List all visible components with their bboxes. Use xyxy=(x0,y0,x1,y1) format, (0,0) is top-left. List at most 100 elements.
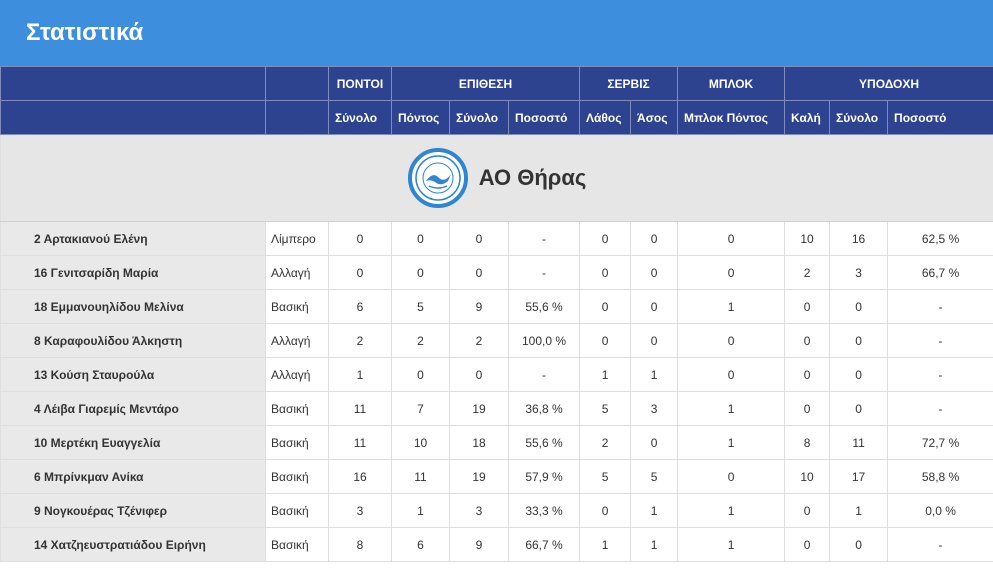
stat-cell: 0 xyxy=(391,221,450,256)
stat-cell: 18 xyxy=(449,425,509,460)
stat-cell: 1 xyxy=(328,357,392,392)
sub-header: Καλή xyxy=(784,100,831,135)
stat-cell: 9 xyxy=(449,289,509,324)
player-name: 16 Γενιτσαρίδη Μαρία xyxy=(0,255,266,290)
stat-cell: 1 xyxy=(677,425,786,460)
stat-cell: 0 xyxy=(449,221,509,256)
stat-cell: 10 xyxy=(391,425,450,460)
stat-cell: 1 xyxy=(677,527,786,562)
group-points: ΠΟΝΤΟΙ xyxy=(328,66,392,101)
player-role: Βασική xyxy=(265,527,329,562)
player-role: Αλλαγή xyxy=(265,255,329,290)
player-name: 10 Μερτέκη Ευαγγελία xyxy=(0,425,266,460)
stat-cell: 66,7 % xyxy=(507,527,581,562)
stat-cell: 11 xyxy=(391,459,450,494)
stat-cell: 0 xyxy=(630,425,679,460)
player-name: 8 Καραφουλίδου Άλκηστη xyxy=(0,323,266,358)
stat-cell: 3 xyxy=(449,493,509,528)
player-name: 18 Εμμανουηλίδου Μελίνα xyxy=(0,289,266,324)
table-row: 16 Γενιτσαρίδη Μαρία Αλλαγή 0 0 0-0 0 0 2 3 66,7 … xyxy=(0,255,993,290)
stat-cell: - xyxy=(887,527,993,562)
stat-cell: 1 xyxy=(579,527,632,562)
stat-cell: 0 xyxy=(829,323,889,358)
header-blank xyxy=(0,100,266,135)
stat-cell: 1 xyxy=(630,357,679,392)
stat-cell: 0 xyxy=(784,527,831,562)
stat-cell: 2 xyxy=(579,425,632,460)
stat-cell: 0 xyxy=(391,255,450,290)
player-role: Βασική xyxy=(265,289,329,324)
stat-cell: 1 xyxy=(579,357,632,392)
stat-cell: 0 xyxy=(579,221,632,256)
stat-cell: 17 xyxy=(829,459,889,494)
stat-cell: - xyxy=(507,357,581,392)
table-row: 4 Λέιβα Γιαρεμίς Μεντάρο Βασική 11 7 19 36,8 … xyxy=(0,391,993,426)
header-blank xyxy=(0,66,266,101)
stat-cell: 0 xyxy=(579,323,632,358)
table-row: 9 Νογκουέρας Τζένιφερ Βασική 3 1 3 33,3 % 0 1 1 0… xyxy=(0,493,993,528)
stat-cell: 0 xyxy=(677,255,786,290)
stat-cell: 0 xyxy=(677,221,786,256)
stat-cell: 16 xyxy=(328,459,392,494)
header-blank xyxy=(265,66,329,101)
sub-header: Ποσοστό xyxy=(887,100,993,135)
stat-cell: 0,0 % xyxy=(887,493,993,528)
stat-cell: 5 xyxy=(579,459,632,494)
stat-cell: 0 xyxy=(677,323,786,358)
stats-table: ΠΟΝΤΟΙ ΕΠΙΘΕΣΗ ΣΕΡΒΙΣ ΜΠΛΟΚ ΥΠΟΔΟΧΗ Σύνο… xyxy=(0,66,993,562)
group-header-row: ΠΟΝΤΟΙ ΕΠΙΘΕΣΗ ΣΕΡΒΙΣ ΜΠΛΟΚ ΥΠΟΔΟΧΗ xyxy=(0,66,993,101)
sub-header: Σύνολο xyxy=(829,100,889,135)
stat-cell: 1 xyxy=(829,493,889,528)
stat-cell: 36,8 % xyxy=(507,391,581,426)
player-name: 6 Μπρίνκμαν Ανίκα xyxy=(0,459,266,494)
stat-cell: 16 xyxy=(829,221,889,256)
sub-header: Πόντος xyxy=(391,100,450,135)
stat-cell: 0 xyxy=(328,221,392,256)
stat-cell: 10 xyxy=(784,221,831,256)
stat-cell: 1 xyxy=(677,289,786,324)
stat-cell: 11 xyxy=(328,425,392,460)
table-row: 2 Αρτακιανού Ελένη Λίμπερο 0 0 0-0 0 0 10 16 62,5… xyxy=(0,221,993,256)
header-blank xyxy=(265,100,329,135)
table-row: 8 Καραφουλίδου Άλκηστη Αλλαγή 2 2 2 100,0 % 0 0… xyxy=(0,323,993,358)
stat-cell: 0 xyxy=(449,255,509,290)
stat-cell: 6 xyxy=(391,527,450,562)
player-name: 4 Λέιβα Γιαρεμίς Μεντάρο xyxy=(0,391,266,426)
stat-cell: 0 xyxy=(784,289,831,324)
stat-cell: 1 xyxy=(630,527,679,562)
stat-cell: 3 xyxy=(829,255,889,290)
team-crest-icon xyxy=(407,148,468,208)
team-name: ΑΟ Θήρας xyxy=(478,165,587,190)
stat-cell: 8 xyxy=(784,425,831,460)
stat-cell: 55,6 % xyxy=(507,425,581,460)
stat-cell: 3 xyxy=(328,493,392,528)
stat-cell: 6 xyxy=(328,289,392,324)
stat-cell: 0 xyxy=(829,289,889,324)
stat-cell: 62,5 % xyxy=(887,221,993,256)
table-row: 6 Μπρίνκμαν Ανίκα Βασική 16 11 19 57,9 % 5 5 0 10… xyxy=(0,459,993,494)
player-name: 2 Αρτακιανού Ελένη xyxy=(0,221,266,256)
table-row: 13 Κούση Σταυρούλα Αλλαγή 1 0 0-1 1 0 0 0- xyxy=(0,357,993,392)
stat-cell: 5 xyxy=(579,391,632,426)
team-row: ΑΟ Θήρας xyxy=(0,134,993,222)
stat-cell: 58,8 % xyxy=(887,459,993,494)
stat-cell: 0 xyxy=(784,391,831,426)
stat-cell: 7 xyxy=(391,391,450,426)
stat-cell: 0 xyxy=(579,289,632,324)
page-title: Στατιστικά xyxy=(26,19,144,46)
player-role: Αλλαγή xyxy=(265,323,329,358)
stat-cell: 9 xyxy=(449,527,509,562)
stat-cell: 0 xyxy=(829,527,889,562)
table-row: 18 Εμμανουηλίδου Μελίνα Βασική 6 5 9 55,6 % 0 0… xyxy=(0,289,993,324)
stat-cell: 1 xyxy=(677,493,786,528)
stat-cell: 1 xyxy=(677,391,786,426)
stat-cell: 19 xyxy=(449,391,509,426)
sub-header: Ποσοστό xyxy=(507,100,581,135)
stat-cell: 66,7 % xyxy=(887,255,993,290)
stat-cell: 1 xyxy=(630,493,679,528)
stat-cell: 0 xyxy=(630,323,679,358)
stat-cell: - xyxy=(887,289,993,324)
player-role: Λίμπερο xyxy=(265,221,329,256)
stat-cell: 2 xyxy=(328,323,392,358)
sub-header: Μπλοκ Πόντος xyxy=(677,100,786,135)
